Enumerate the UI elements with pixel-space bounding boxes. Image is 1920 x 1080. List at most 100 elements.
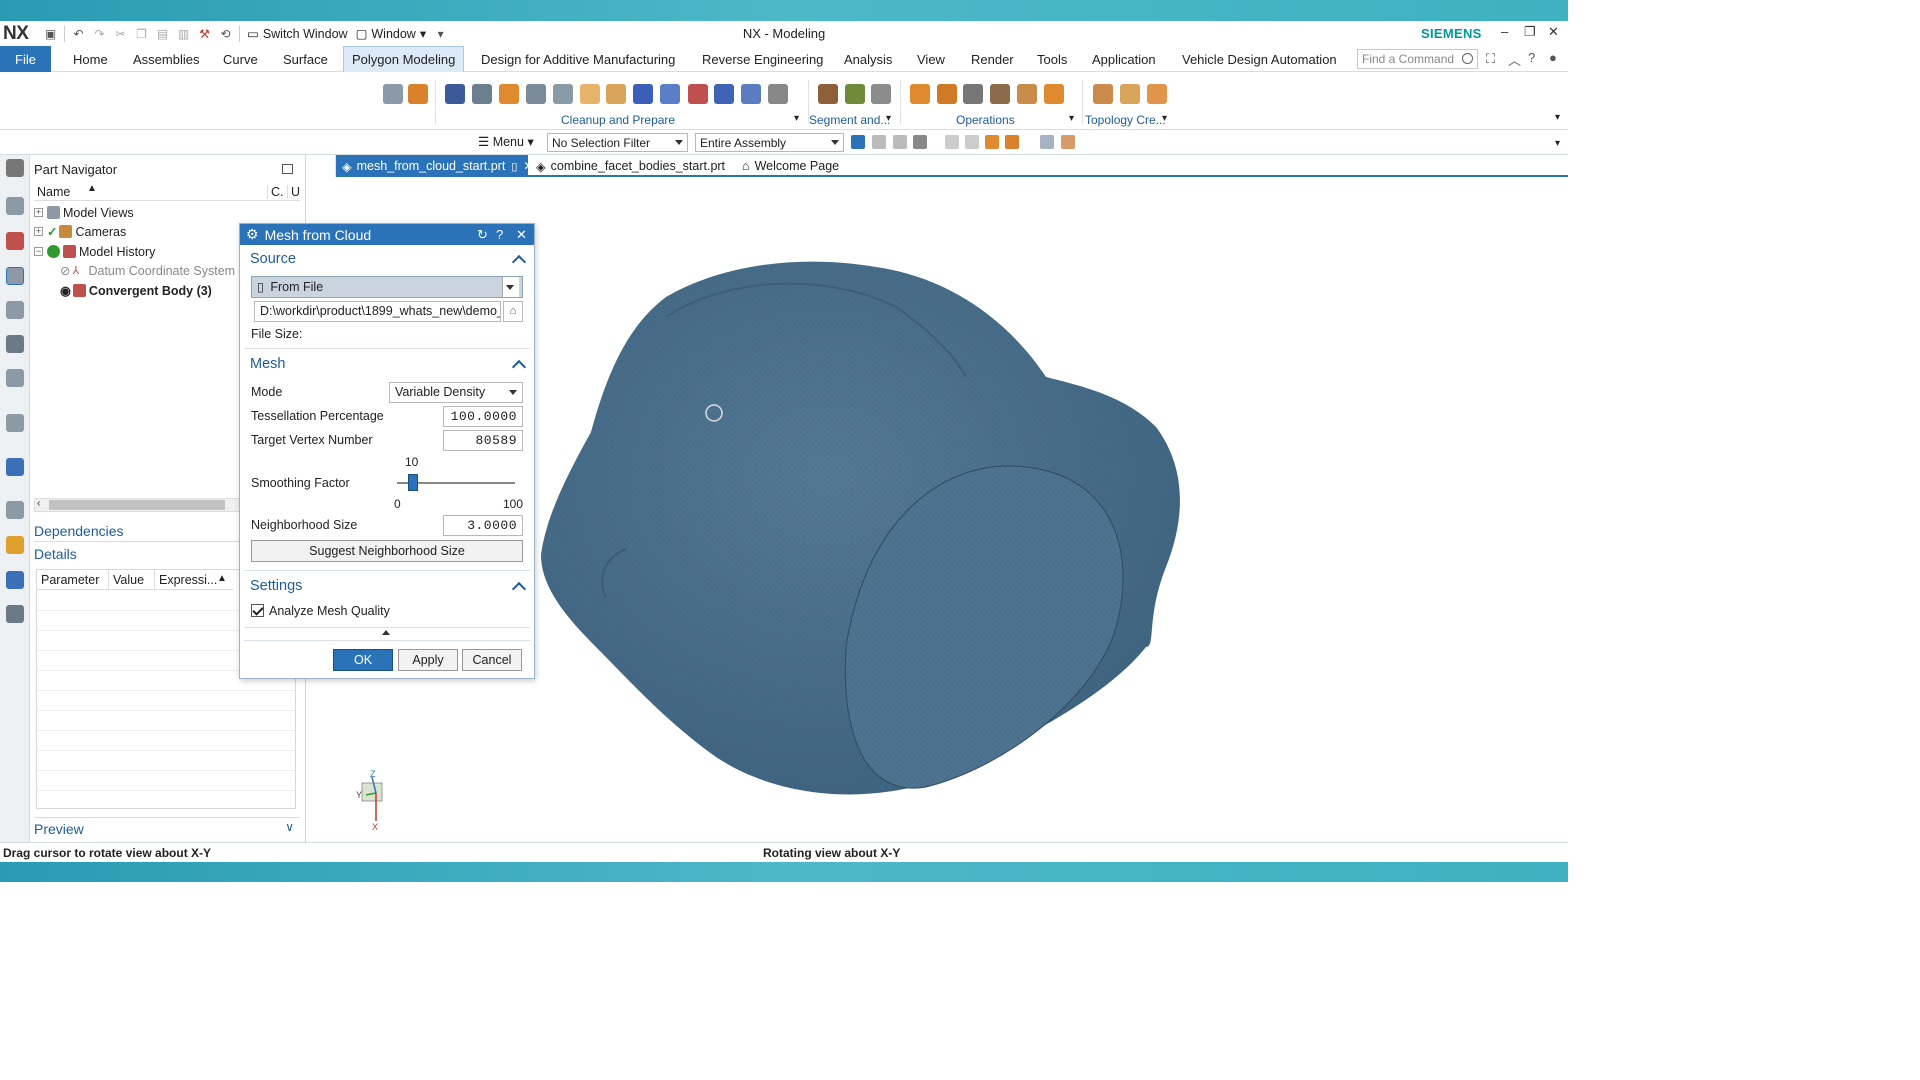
- tab-combine-facet-bodies-start[interactable]: ◈ combine_facet_bodies_start.prt: [530, 155, 731, 177]
- grid-alt-icon[interactable]: [606, 84, 626, 104]
- collapse-section-icon[interactable]: [511, 581, 527, 597]
- boolean-icon[interactable]: [1017, 84, 1037, 104]
- file-path-input[interactable]: D:\workdir\product\1899_whats_new\demo_: [254, 301, 501, 322]
- tab-view[interactable]: View: [917, 46, 945, 72]
- tab-curve[interactable]: Curve: [223, 46, 258, 72]
- fullscreen-icon[interactable]: ⛶: [1486, 51, 1495, 67]
- repeat-command-icon[interactable]: ⟲: [218, 26, 233, 41]
- paste-icon[interactable]: ▤: [155, 26, 170, 41]
- neighborhood-size-input[interactable]: 3.0000: [443, 515, 523, 536]
- source-type-dropdown[interactable]: ▯ From File: [251, 276, 523, 298]
- help-icon[interactable]: ?: [1528, 50, 1535, 65]
- sort-icon[interactable]: ▲: [217, 573, 227, 584]
- details-column-parameter[interactable]: Parameter: [37, 570, 109, 590]
- more-cleanup-icon[interactable]: [768, 84, 788, 104]
- subdivide-icon[interactable]: [633, 84, 653, 104]
- repair-icon[interactable]: [472, 84, 492, 104]
- thicken-icon[interactable]: [963, 84, 983, 104]
- check-icon[interactable]: ✓: [47, 224, 57, 239]
- cleanup-icon[interactable]: [445, 84, 465, 104]
- dialog-title-bar[interactable]: ⚙ Mesh from Cloud ↻ ? ✕: [240, 224, 534, 245]
- tab-render[interactable]: Render: [971, 46, 1014, 72]
- tab-design-for-additive-manufacturing[interactable]: Design for Additive Manufacturing: [481, 46, 675, 72]
- window-menu-button[interactable]: ▢ Window ▾: [356, 26, 427, 42]
- save-icon[interactable]: ▣: [43, 26, 58, 41]
- expand-icon[interactable]: +: [34, 208, 43, 217]
- fill-hole-icon[interactable]: [499, 84, 519, 104]
- tab-reverse-engineering[interactable]: Reverse Engineering: [702, 46, 823, 72]
- chevron-down-icon[interactable]: ∨: [285, 820, 294, 834]
- mesh-section-header[interactable]: Mesh: [250, 356, 285, 372]
- chevron-down-icon[interactable]: ▾: [1555, 138, 1560, 149]
- reuse-library-icon[interactable]: [6, 301, 24, 319]
- smoothing-slider-thumb[interactable]: [407, 474, 418, 491]
- tree-item-model-views[interactable]: + Model Views: [34, 203, 296, 222]
- column-up-to-date[interactable]: U: [287, 185, 300, 199]
- snap-end-icon[interactable]: [965, 135, 979, 149]
- ribbon-group-segment[interactable]: Segment and...: [809, 113, 890, 127]
- help-icon[interactable]: ?: [496, 227, 503, 242]
- visible-eye-icon[interactable]: ◉: [60, 283, 71, 298]
- expand-icon[interactable]: +: [34, 227, 43, 236]
- tab-welcome-page[interactable]: ⌂ Welcome Page: [736, 155, 845, 177]
- view-mode-alt-icon[interactable]: [1061, 135, 1075, 149]
- segment-icon[interactable]: [818, 84, 838, 104]
- cancel-button[interactable]: Cancel: [462, 649, 522, 671]
- ribbon-group-cleanup-and-prepare[interactable]: Cleanup and Prepare: [561, 113, 675, 127]
- trim-icon[interactable]: [990, 84, 1010, 104]
- tab-mesh-from-cloud-start[interactable]: ◈ mesh_from_cloud_start.prt ▯ ✕: [336, 155, 533, 177]
- menu-button[interactable]: ☰ Menu ▾: [478, 134, 534, 149]
- more-options-icon[interactable]: [382, 630, 390, 635]
- collapse-section-icon[interactable]: [511, 359, 527, 375]
- reset-icon[interactable]: ↻: [477, 227, 488, 243]
- tab-vehicle-design-automation[interactable]: Vehicle Design Automation: [1182, 46, 1337, 72]
- process-studio-icon[interactable]: [6, 501, 24, 519]
- mesh-from-cloud-icon[interactable]: [741, 84, 761, 104]
- offset-icon[interactable]: [910, 84, 930, 104]
- target-vertex-number-input[interactable]: 80589: [443, 430, 523, 451]
- switch-window-button[interactable]: ▭ Switch Window: [247, 26, 348, 42]
- close-icon[interactable]: ✕: [1548, 24, 1559, 40]
- merge-icon[interactable]: [660, 84, 680, 104]
- hd3d-tools-icon[interactable]: [6, 335, 24, 353]
- tab-analysis[interactable]: Analysis: [844, 46, 892, 72]
- copy-icon[interactable]: ❐: [134, 26, 149, 41]
- tab-home[interactable]: Home: [73, 46, 108, 72]
- chevron-down-icon[interactable]: ▾: [1069, 113, 1074, 124]
- suggest-neighborhood-size-button[interactable]: Suggest Neighborhood Size: [251, 540, 523, 562]
- snap-center-icon[interactable]: [1005, 135, 1019, 149]
- roles-icon[interactable]: [6, 571, 24, 589]
- view-mode-icon[interactable]: [1040, 135, 1054, 149]
- manufacturing-wizards-icon[interactable]: [6, 536, 24, 554]
- facet-body-edit-icon[interactable]: [408, 84, 428, 104]
- collapse-ribbon-icon[interactable]: ︿: [1508, 50, 1521, 69]
- filter-icon[interactable]: [872, 135, 886, 149]
- details-panel-header[interactable]: Details: [34, 546, 77, 562]
- maximize-panel-icon[interactable]: [282, 164, 293, 174]
- operations-more-icon[interactable]: [1044, 84, 1064, 104]
- selection-tool-icon[interactable]: [913, 135, 927, 149]
- snap-icon[interactable]: [851, 135, 865, 149]
- decimate-icon[interactable]: [688, 84, 708, 104]
- topology-export-icon[interactable]: [1120, 84, 1140, 104]
- selection-scope-dropdown[interactable]: Entire Assembly: [695, 133, 844, 152]
- minimize-icon[interactable]: –: [1501, 24, 1508, 39]
- tab-surface[interactable]: Surface: [283, 46, 328, 72]
- find-command-input[interactable]: Find a Command: [1357, 49, 1478, 69]
- column-name[interactable]: Name: [37, 185, 70, 199]
- history-icon[interactable]: [6, 414, 24, 432]
- chevron-down-icon[interactable]: ▾: [794, 113, 799, 124]
- mode-dropdown[interactable]: Variable Density: [389, 382, 523, 403]
- selection-filter-dropdown[interactable]: No Selection Filter: [547, 133, 688, 152]
- cut-icon[interactable]: ✂: [113, 26, 128, 41]
- ribbon-group-operations[interactable]: Operations: [956, 113, 1015, 127]
- scrollbar-thumb[interactable]: [49, 500, 225, 510]
- details-column-value[interactable]: Value: [109, 570, 155, 590]
- chevron-down-icon[interactable]: ▾: [1162, 113, 1167, 124]
- topology-box-icon[interactable]: [1147, 84, 1167, 104]
- close-dialog-icon[interactable]: ✕: [516, 227, 527, 243]
- column-current[interactable]: C.: [267, 185, 284, 199]
- facet-body-icon[interactable]: [383, 84, 403, 104]
- tab-tools[interactable]: Tools: [1037, 46, 1067, 72]
- system-materials-icon[interactable]: [6, 458, 24, 476]
